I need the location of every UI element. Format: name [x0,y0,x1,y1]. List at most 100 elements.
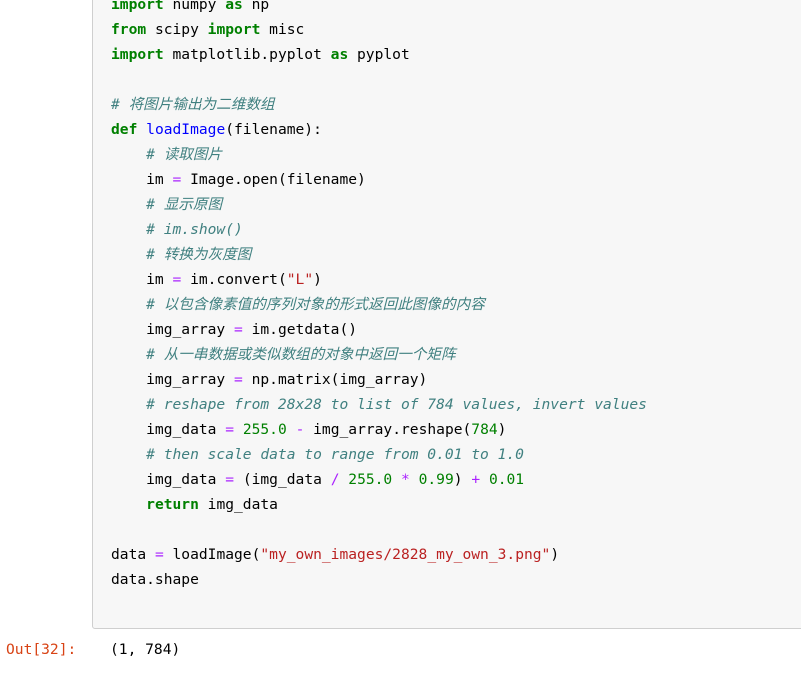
code-token: = [172,271,182,288]
code-token: = [172,171,182,188]
code-editor[interactable]: import numpy as np from scipy import misc… [93,0,801,592]
code-token: # 读取图片 [111,146,223,163]
code-line: # 转换为灰度图 [111,242,801,267]
code-line: # 显示原图 [111,192,801,217]
code-token: im.convert( [181,271,287,288]
code-token: from [111,21,147,38]
code-line: # 以包含像素值的序列对象的形式返回此图像的内容 [111,292,801,317]
code-line: from scipy import misc [111,17,801,42]
code-token: np [251,0,270,13]
code-token: # 显示原图 [111,196,223,213]
code-token: * [401,471,410,488]
code-token: im [111,171,173,188]
code-token: # im.show() [111,221,243,238]
code-token: def [111,121,138,138]
code-cell-output: Out[32]: (1, 784) [0,637,801,675]
code-token: + [471,471,481,488]
code-token: = [225,471,235,488]
code-line: img_data = (img_data / 255.0 * 0.99) + 0… [111,467,801,492]
code-token: im.getdata() [242,321,358,338]
code-line: # reshape from 28x28 to list of 784 valu… [111,392,801,417]
code-token: ) [313,271,322,288]
code-token: data.shape [111,571,199,588]
code-token: np.matrix(img_array) [242,371,428,388]
code-token: = [234,321,243,338]
code-token: matplotlib.pyplot [163,46,331,63]
code-token: loadImage [146,121,226,138]
code-token: # 转换为灰度图 [111,246,252,263]
code-line: img_array = im.getdata() [111,317,801,342]
code-token: loadImage( [163,546,261,563]
code-line: im = im.convert("L") [111,267,801,292]
code-token: img_array [111,371,235,388]
code-token: = [154,546,164,563]
code-token: "L" [286,271,314,288]
code-token: # 将图片输出为二维数组 [111,96,275,113]
code-token: (img_data [234,471,331,488]
code-token: # 从一串数据或类似数组的对象中返回一个矩阵 [111,346,456,363]
code-token: im [111,271,173,288]
code-line: img_array = np.matrix(img_array) [111,367,801,392]
code-token: pyplot [348,46,410,63]
code-token: misc [260,21,305,38]
code-line: # im.show() [111,217,801,242]
code-line: data = loadImage("my_own_images/2828_my_… [111,542,801,567]
code-token: 784 [471,421,498,438]
code-token: import [111,46,164,63]
output-text: (1, 784) [110,641,181,658]
code-token: ) [550,546,560,563]
jupyter-notebook-cell: import numpy as np from scipy import misc… [0,0,801,675]
code-token: img_data [111,421,226,438]
code-line: # then scale data to range from 0.01 to … [111,442,801,467]
code-token: scipy [146,21,208,38]
code-line: return img_data [111,492,801,517]
code-line: def loadImage(filename): [111,117,801,142]
code-token: "my_own_images/2828_my_own_3.png" [260,546,551,563]
code-token: img_data [198,496,278,513]
code-token: 255.0 [348,471,393,488]
code-line: im = Image.open(filename) [111,167,801,192]
code-token: return [146,496,199,513]
code-line: import numpy as np [111,0,801,17]
code-token: import [111,0,164,13]
code-cell-input[interactable]: import numpy as np from scipy import misc… [92,0,801,629]
code-token: # reshape from 28x28 to list of 784 valu… [111,396,647,413]
code-token: # then scale data to range from 0.01 to … [111,446,524,463]
code-line: data.shape [111,567,801,592]
code-line: # 从一串数据或类似数组的对象中返回一个矩阵 [111,342,801,367]
code-token: numpy [172,0,217,13]
code-token: data [111,546,155,563]
code-token: Image.open(filename) [181,171,366,188]
code-token: = [225,421,235,438]
code-token: as [225,0,243,13]
code-token: img_array.reshape( [304,421,472,438]
code-line: # 读取图片 [111,142,801,167]
code-token: = [234,371,243,388]
code-token: (filename): [225,121,322,138]
code-token: img_data [111,471,226,488]
code-line: # 将图片输出为二维数组 [111,92,801,117]
code-line: img_data = 255.0 - img_array.reshape(784… [111,417,801,442]
code-token: 0.99 [418,471,454,488]
code-token: 255.0 [242,421,287,438]
code-token: as [330,46,349,63]
code-token: 0.01 [488,471,525,488]
code-token: img_array [111,321,235,338]
output-prompt: Out[32]: [6,641,77,658]
code-token: ) [497,421,507,438]
code-token: # 以包含像素值的序列对象的形式返回此图像的内容 [111,296,485,313]
code-line: import matplotlib.pyplot as pyplot [111,42,801,67]
code-token: import [207,21,261,38]
